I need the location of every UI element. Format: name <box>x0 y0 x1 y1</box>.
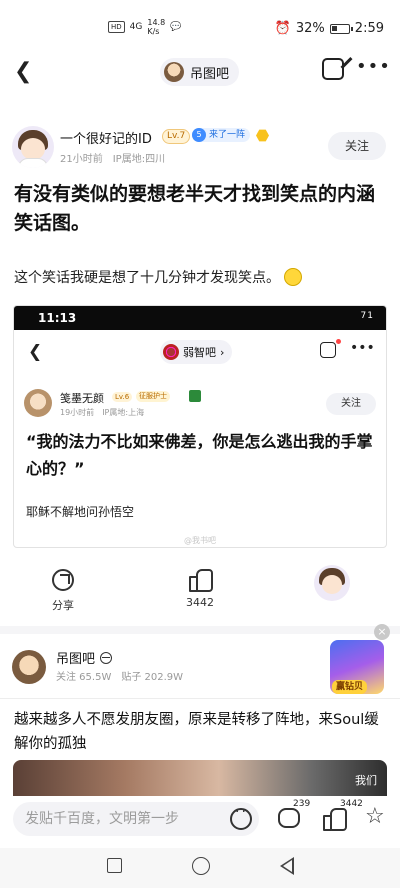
star-icon[interactable]: ☆ <box>365 805 385 829</box>
post-title: 有没有类似的要想老半天才找到笑点的内涵笑话图。 <box>14 183 376 234</box>
recent-apps-icon[interactable] <box>107 858 122 873</box>
chevron-right-icon: › <box>220 345 225 359</box>
thinking-emoji-icon <box>284 268 302 286</box>
post-image[interactable]: 11:13 71 ❮ 弱智吧 › ••• 笺墨无颜 Lv.6 征服护士 19小时… <box>13 305 387 548</box>
forum-status-icon <box>100 651 113 664</box>
follow-button[interactable]: 关注 <box>328 132 386 160</box>
share-button[interactable]: 分享 <box>52 569 74 613</box>
thin-divider <box>0 698 400 699</box>
feed-title[interactable]: 越来越多人不愿发朋友圈，原来是转移了阵地，来Soul缓解你的孤独 <box>14 708 389 756</box>
author-meta: 21小时前 IP属地:四川 <box>60 150 165 165</box>
feed-image-text: 我们 <box>355 774 377 787</box>
embedded-time-ago: 19小时前 <box>60 408 95 417</box>
forum-posts: 贴子 202.9W <box>121 672 184 683</box>
embedded-meta: 19小时前 IP属地:上海 <box>60 407 144 418</box>
bottom-like-count: 3442 <box>340 799 363 809</box>
avatar-body <box>18 158 48 168</box>
battery-fill <box>331 25 337 31</box>
like-button[interactable]: 3442 <box>186 567 214 609</box>
edit-icon[interactable] <box>322 58 344 80</box>
level-badge: Lv.7 <box>162 129 191 144</box>
embedded-location: IP属地:上海 <box>102 408 145 417</box>
forum-name[interactable]: 吊图吧 <box>56 648 113 667</box>
share-icon <box>52 569 74 591</box>
home-icon[interactable] <box>192 857 210 875</box>
net-speed-value: 14.8 <box>147 18 166 27</box>
embedded-time: 11:13 <box>38 311 77 325</box>
like-count: 3442 <box>186 596 214 609</box>
back-nav-icon[interactable] <box>280 857 294 875</box>
net-speed: 14.8 K/s <box>147 18 165 36</box>
notification-dot <box>336 339 341 344</box>
ad-close-icon[interactable]: × <box>374 624 390 640</box>
author-avatar[interactable] <box>12 126 54 168</box>
forum-avatar[interactable] <box>12 650 46 684</box>
embedded-status-bar: 11:13 71 <box>14 306 386 330</box>
more-icon[interactable]: ••• <box>356 56 391 77</box>
title-badge: 5 来了一阵 <box>192 128 251 142</box>
reply-input[interactable]: 发贴千百度，文明第一步 <box>13 802 259 836</box>
network-indicator: 4G <box>129 22 143 32</box>
post-time: 21小时前 <box>60 154 103 165</box>
reply-bar: 发贴千百度，文明第一步 239 3442 ☆ <box>0 796 400 844</box>
embedded-follow-button: 关注 <box>326 393 376 415</box>
title-badge-number: 5 <box>192 128 206 142</box>
thumb-up-icon <box>189 567 213 592</box>
embedded-forum-pill: 弱智吧 › <box>160 340 233 364</box>
embedded-edit-icon <box>320 342 336 358</box>
forum-stats: 关注 65.5W 贴子 202.9W <box>56 668 183 683</box>
hexagon-badge-icon <box>256 129 269 142</box>
liker-avatar[interactable] <box>314 565 350 601</box>
embedded-user-avatar <box>24 389 52 417</box>
system-nav-bar <box>0 848 400 888</box>
author-name[interactable]: 一个很好记的ID <box>60 128 152 147</box>
thumb-up-icon-bottom[interactable] <box>323 806 347 831</box>
comment-icon[interactable] <box>278 808 300 828</box>
forum-pill-label: 吊图吧 <box>190 66 230 82</box>
status-left: HD 4G 14.8 K/s 💬 <box>108 18 181 36</box>
share-label: 分享 <box>52 599 74 612</box>
post-body-text: 这个笑话我硬是想了十几分钟才发现笑点。 <box>14 270 280 286</box>
forum-name-text: 吊图吧 <box>56 652 96 667</box>
net-speed-unit: K/s <box>147 27 160 36</box>
status-time: 2:59 <box>354 21 384 36</box>
embedded-forum-name: 弱智吧 <box>183 346 216 359</box>
embedded-level-badge: Lv.6 <box>112 392 133 402</box>
embedded-green-badge-icon <box>189 390 201 402</box>
section-divider <box>0 626 400 634</box>
battery-icon <box>329 23 353 34</box>
post-body: 这个笑话我硬是想了十几分钟才发现笑点。 <box>14 267 302 287</box>
nav-bar: ❮ 吊图吧 ••• <box>0 52 400 92</box>
hd-indicator: HD <box>108 21 125 33</box>
status-right: ⏰ 32% 2:59 <box>275 21 384 36</box>
embedded-watermark: @我书吧 <box>184 536 216 545</box>
forum-followers: 关注 65.5W <box>56 672 112 683</box>
embedded-quote: “我的法力不比如来佛差，你是怎么逃出我的手掌心的？” <box>26 432 373 478</box>
forum-pill[interactable]: 吊图吧 <box>160 58 240 86</box>
embedded-forum-icon <box>163 344 179 360</box>
forum-avatar-icon <box>164 62 184 82</box>
embedded-title-badge: 征服护士 <box>136 391 170 402</box>
back-arrow-icon[interactable]: ❮ <box>14 60 36 84</box>
title-badge-text: 来了一阵 <box>209 130 246 140</box>
battery-percent: 32% <box>295 21 325 36</box>
emoji-face-icon[interactable] <box>230 804 252 830</box>
embedded-user-name: 笺墨无颜 <box>60 392 104 405</box>
ad-label[interactable]: 赢钻贝 <box>332 680 368 694</box>
embedded-back-icon: ❮ <box>28 342 43 362</box>
comment-count: 239 <box>293 799 311 809</box>
liker-face <box>322 575 342 594</box>
status-bar: HD 4G 14.8 K/s 💬 ⏰ 32% 2:59 <box>0 0 400 58</box>
embedded-caption: 耶稣不解地问孙悟空 <box>26 505 135 519</box>
embedded-more-icon: ••• <box>350 340 375 356</box>
embedded-battery: 71 <box>360 311 374 321</box>
ip-location: IP属地:四川 <box>112 154 166 165</box>
avatar-face <box>21 138 45 160</box>
wechat-icon: 💬 <box>170 22 182 32</box>
alarm-icon: ⏰ <box>274 21 291 36</box>
